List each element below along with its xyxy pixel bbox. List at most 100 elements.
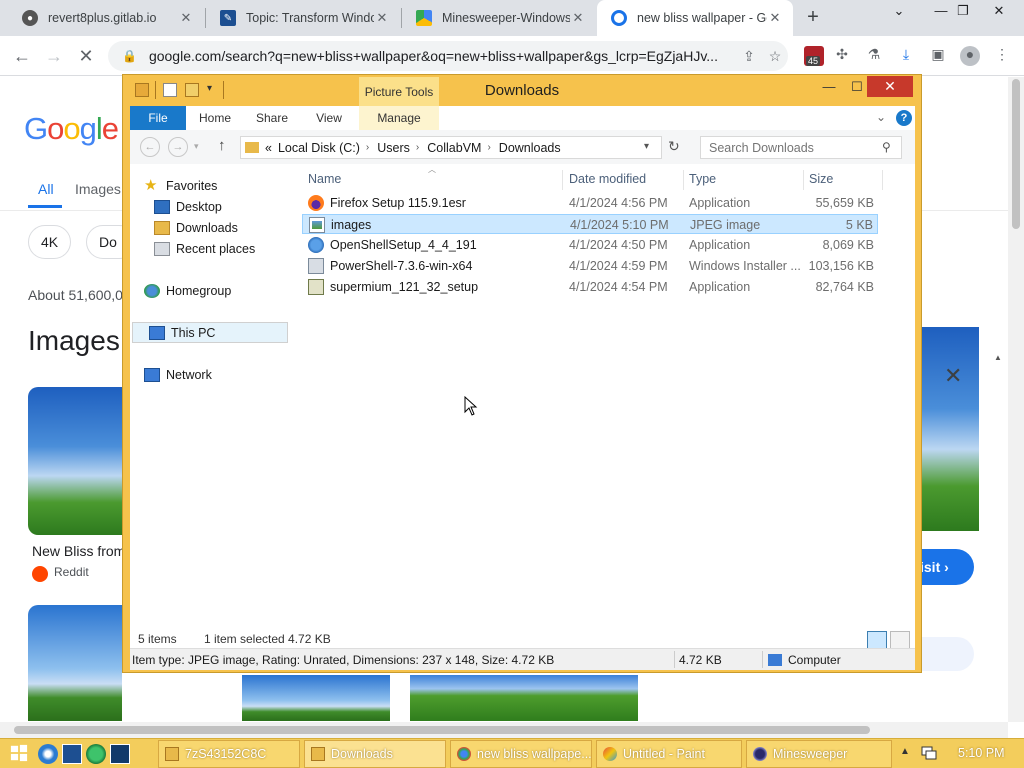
preview-action-pill[interactable]	[918, 637, 974, 671]
bliss-thumbnail-3[interactable]	[242, 675, 390, 721]
google-tab-all[interactable]: All	[38, 181, 54, 197]
chevron-right-icon[interactable]: ›	[487, 142, 490, 153]
customize-qat-icon[interactable]: ▾	[207, 83, 212, 94]
file-row[interactable]: Firefox Setup 115.9.1esr 4/1/2024 4:56 P…	[302, 193, 878, 213]
url-text[interactable]: google.com/search?q=new+bliss+wallpaper&…	[149, 48, 736, 64]
column-header-type[interactable]: Type	[689, 172, 716, 186]
cmd-icon[interactable]	[110, 744, 130, 764]
bliss-thumbnail-2[interactable]	[28, 605, 122, 721]
close-tab-icon[interactable]: ✕	[374, 10, 390, 26]
stop-icon[interactable]: ✕	[72, 42, 100, 70]
internet-explorer-icon[interactable]	[38, 744, 58, 764]
file-row-selected[interactable]: images 4/1/2024 5:10 PM JPEG image 5 KB	[302, 214, 878, 234]
new-folder-icon[interactable]	[185, 83, 199, 97]
chevron-right-icon[interactable]: ›	[366, 142, 369, 153]
breadcrumb-local-disk[interactable]: Local Disk (C:)	[278, 141, 360, 155]
column-header-name[interactable]: Name	[308, 172, 341, 186]
tab-topic-transform[interactable]: ✎ Topic: Transform Windo ✕	[206, 0, 400, 36]
bookmark-star-icon[interactable]: ☆	[762, 48, 788, 65]
share-icon[interactable]: ⇪	[736, 48, 762, 65]
breadcrumb-collabvm[interactable]: CollabVM	[427, 141, 481, 155]
nav-favorites[interactable]: ★ Favorites	[144, 175, 300, 196]
file-row[interactable]: OpenShellSetup_4_4_191 4/1/2024 4:50 PM …	[302, 235, 878, 255]
page-vertical-scrollbar[interactable]	[1008, 77, 1024, 722]
recent-locations-icon[interactable]: ▾	[194, 141, 199, 152]
taskbar-item-7zip[interactable]: 7zS43152C8C	[158, 740, 300, 768]
tab-minesweeper[interactable]: Minesweeper-Windows ✕	[402, 0, 596, 36]
minimize-window-button[interactable]: —	[819, 77, 839, 97]
chevron-right-icon[interactable]: ›	[416, 142, 419, 153]
close-tab-icon[interactable]: ✕	[178, 10, 194, 26]
scroll-up-icon[interactable]: ▲	[994, 353, 1004, 362]
expand-ribbon-icon[interactable]: ⌄	[876, 110, 886, 124]
column-header-date[interactable]: Date modified	[569, 172, 646, 186]
nav-downloads[interactable]: Downloads	[154, 217, 310, 238]
back-icon[interactable]: ←	[140, 137, 160, 157]
close-browser-button[interactable]: ✕	[976, 0, 1022, 24]
extensions-puzzle-icon[interactable]: ✣	[832, 46, 852, 66]
close-tab-icon[interactable]: ✕	[767, 10, 783, 26]
download-icon[interactable]: ⤓	[896, 46, 916, 66]
file-row[interactable]: PowerShell-7.3.6-win-x64 4/1/2024 4:59 P…	[302, 256, 878, 276]
back-icon[interactable]: ←	[8, 42, 36, 70]
tab-search-icon[interactable]: ⌄	[876, 0, 922, 24]
properties-icon[interactable]	[163, 83, 177, 97]
visit-button[interactable]: isit ›	[918, 549, 974, 585]
image-caption[interactable]: New Bliss from	[32, 543, 125, 559]
address-dropdown-icon[interactable]: ▾	[644, 141, 649, 152]
taskbar-item-downloads[interactable]: Downloads	[304, 740, 446, 768]
search-icon[interactable]: ⚲	[882, 140, 891, 154]
page-horizontal-scrollbar[interactable]	[0, 722, 1008, 738]
taskbar-item-paint[interactable]: Untitled - Paint	[596, 740, 742, 768]
address-bar[interactable]: « Local Disk (C:) › Users › CollabVM › D…	[240, 136, 662, 159]
ribbon-tab-file[interactable]: File	[130, 106, 186, 130]
breadcrumb-downloads[interactable]: Downloads	[499, 141, 561, 155]
breadcrumb-overflow[interactable]: «	[265, 141, 272, 155]
address-bar[interactable]: 🔒 google.com/search?q=new+bliss+wallpape…	[108, 41, 788, 71]
scrollbar-thumb[interactable]	[1012, 79, 1020, 229]
scrollbar-thumb[interactable]	[14, 726, 870, 734]
ribbon-tab-manage[interactable]: Manage	[359, 106, 439, 130]
bliss-thumbnail[interactable]	[28, 387, 122, 535]
large-icons-view-icon[interactable]	[890, 631, 910, 649]
forward-icon[interactable]: →	[168, 137, 188, 157]
google-tab-images[interactable]: Images	[75, 181, 121, 197]
maximize-window-button[interactable]: ☐	[847, 77, 867, 97]
media-icon[interactable]	[86, 744, 106, 764]
chip-4k[interactable]: 4K	[28, 225, 72, 259]
column-header-size[interactable]: Size	[809, 172, 833, 186]
nav-this-pc[interactable]: This PC	[132, 322, 288, 343]
search-input[interactable]	[700, 136, 902, 159]
details-view-icon[interactable]	[867, 631, 887, 649]
menu-kebab-icon[interactable]: ⋮	[992, 46, 1012, 66]
image-source[interactable]: Reddit	[54, 565, 89, 579]
ribbon-tab-home[interactable]: Home	[186, 106, 244, 130]
nav-recent-places[interactable]: Recent places	[154, 238, 310, 259]
close-preview-icon[interactable]: ✕	[944, 363, 964, 389]
side-panel-icon[interactable]: ▣	[928, 46, 948, 66]
ribbon-tab-view[interactable]: View	[300, 106, 358, 130]
explorer-titlebar[interactable]: ▾ Picture Tools Downloads — ☐ ✕	[123, 75, 921, 107]
lock-icon[interactable]: 🔒	[122, 49, 137, 63]
nav-network[interactable]: Network	[144, 364, 300, 385]
breadcrumb-users[interactable]: Users	[377, 141, 410, 155]
show-hidden-icons-icon[interactable]: ▲	[900, 746, 910, 757]
taskbar-item-minesweeper[interactable]: Minesweeper	[746, 740, 892, 768]
help-icon[interactable]: ?	[896, 110, 912, 126]
new-tab-button[interactable]: +	[800, 4, 826, 30]
network-tray-icon[interactable]	[920, 745, 938, 761]
taskbar-item-chrome[interactable]: new bliss wallpape...	[450, 740, 592, 768]
nav-desktop[interactable]: Desktop	[154, 196, 310, 217]
google-logo[interactable]: Google	[24, 111, 119, 147]
system-clock[interactable]: 5:10 PM	[958, 746, 1005, 760]
nav-homegroup[interactable]: Homegroup	[144, 280, 300, 301]
bliss-thumbnail-4[interactable]	[410, 675, 638, 721]
preview-image[interactable]	[918, 327, 979, 531]
close-window-button[interactable]: ✕	[867, 76, 913, 97]
forward-icon[interactable]: →	[40, 42, 68, 70]
refresh-icon[interactable]: ↻	[668, 138, 680, 155]
tab-new-bliss-wallpaper[interactable]: new bliss wallpaper - Go ✕	[597, 0, 793, 36]
ribbon-tab-share[interactable]: Share	[244, 106, 300, 130]
up-one-level-icon[interactable]: ↑	[218, 137, 226, 154]
lab-flask-icon[interactable]: ⚗	[864, 46, 884, 66]
